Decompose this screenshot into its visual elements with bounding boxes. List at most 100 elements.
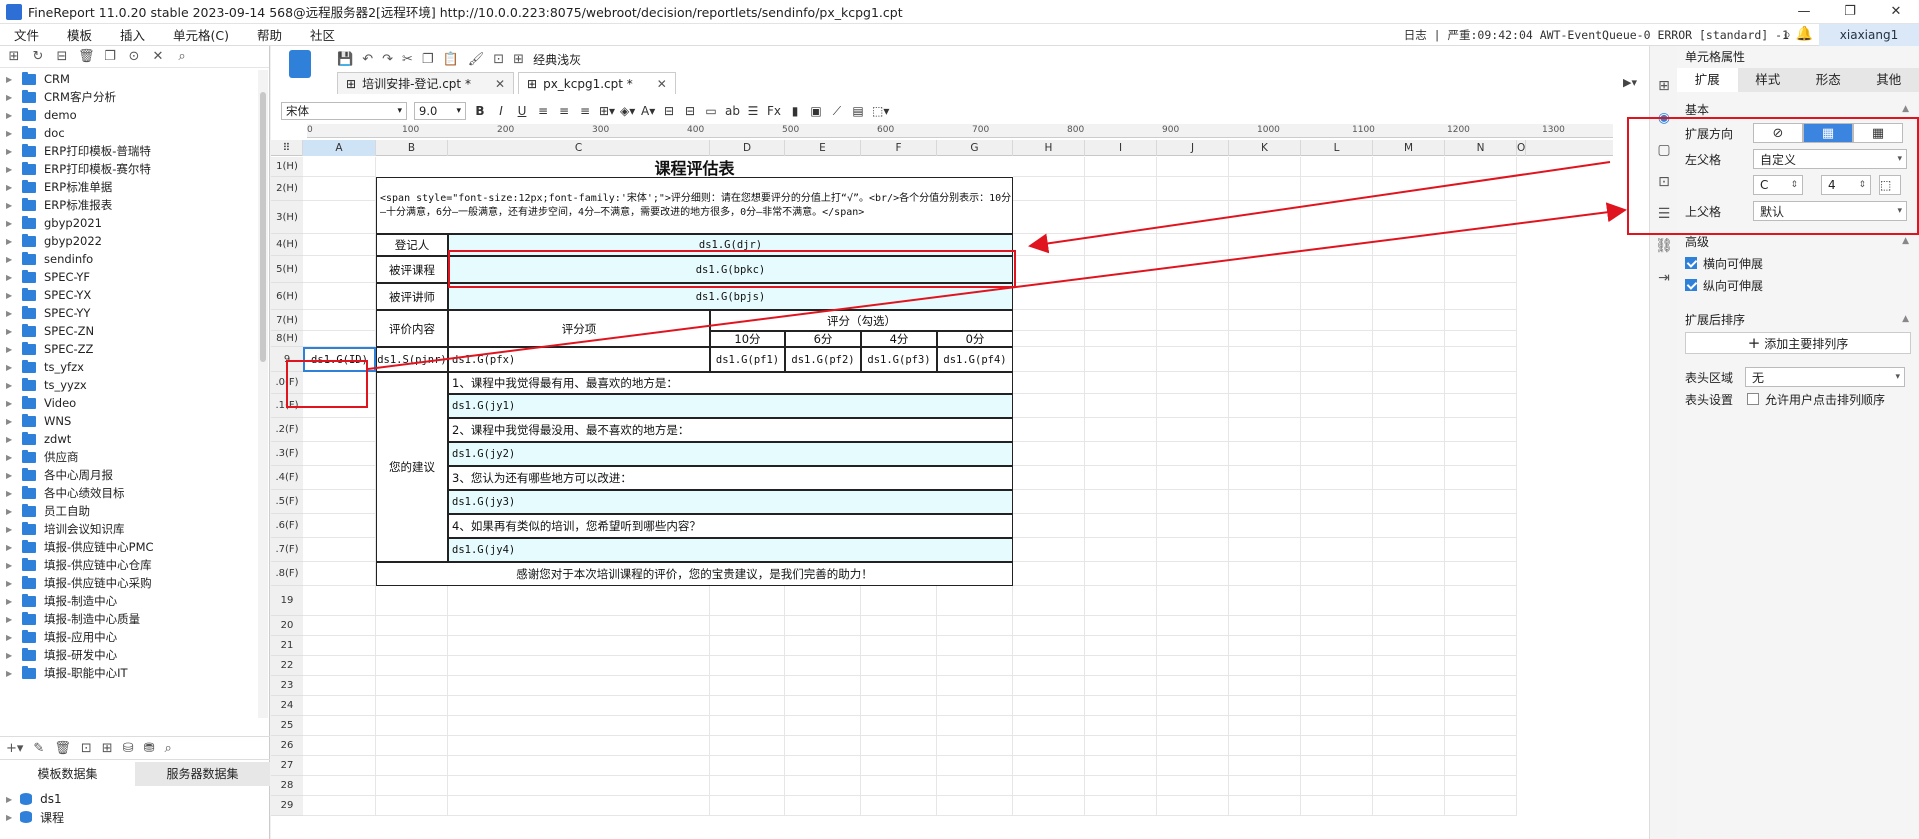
- expand-arrow-icon[interactable]: ▶: [6, 399, 16, 408]
- tree-folder-item[interactable]: ▶ SPEC-YX: [0, 286, 258, 304]
- grid-cell[interactable]: [1301, 394, 1373, 418]
- grid-cell[interactable]: [1373, 696, 1445, 716]
- grid-cell[interactable]: [1445, 562, 1517, 586]
- grid-cell[interactable]: [1229, 796, 1301, 816]
- minimize-button[interactable]: —: [1781, 4, 1827, 19]
- row-header[interactable]: .2(F): [271, 418, 303, 442]
- grid-cell[interactable]: [1085, 201, 1157, 234]
- grid-cell[interactable]: [1085, 177, 1157, 201]
- undo-icon[interactable]: ↶: [362, 52, 373, 67]
- fill-color-icon[interactable]: ◈▾: [620, 104, 635, 118]
- close-tab-icon[interactable]: ✕: [495, 77, 505, 91]
- tab-server-dataset[interactable]: 服务器数据集: [135, 762, 270, 786]
- grid-cell[interactable]: [1085, 157, 1157, 177]
- border-icon[interactable]: ⊞▾: [599, 104, 615, 118]
- grid-cell[interactable]: [1157, 466, 1229, 490]
- answer-2[interactable]: ds1.G(jy2): [448, 442, 1013, 466]
- grid-cell[interactable]: [1157, 394, 1229, 418]
- row-header[interactable]: 27: [271, 756, 303, 776]
- row-header[interactable]: 26: [271, 736, 303, 756]
- grid-cell[interactable]: [1229, 418, 1301, 442]
- score-label[interactable]: 评分（勾选）: [710, 310, 1013, 331]
- grid-cell[interactable]: [1445, 418, 1517, 442]
- column-header[interactable]: J: [1157, 140, 1229, 156]
- grid-cell[interactable]: [1301, 201, 1373, 234]
- grid-cell[interactable]: [1157, 201, 1229, 234]
- grid-cell[interactable]: [861, 696, 937, 716]
- preview-icon[interactable]: ⊡: [493, 52, 504, 67]
- grid-cell[interactable]: [1013, 310, 1085, 331]
- chart-icon[interactable]: ▮: [788, 104, 802, 118]
- expand-arrow-icon[interactable]: ▶: [6, 327, 16, 336]
- grid-cell[interactable]: [1229, 696, 1301, 716]
- add-dataset-icon[interactable]: +▾: [6, 741, 23, 756]
- grid-cell[interactable]: [1373, 372, 1445, 394]
- grid-cell[interactable]: [1373, 490, 1445, 514]
- column-header[interactable]: C: [448, 140, 710, 156]
- item-label[interactable]: 评分项: [448, 310, 710, 347]
- grid-cell[interactable]: [861, 776, 937, 796]
- expand-arrow-icon[interactable]: ▶: [6, 165, 16, 174]
- dataset-item[interactable]: ▶ ds1: [0, 790, 270, 808]
- grid-cell[interactable]: [1445, 776, 1517, 796]
- merge-icon[interactable]: ⊟: [662, 104, 676, 118]
- tree-folder-item[interactable]: ▶ 填报-供应链中心采购: [0, 574, 258, 592]
- pick-cell-icon[interactable]: ⬚: [1879, 175, 1901, 195]
- grid-cell[interactable]: [861, 716, 937, 736]
- grid-cell[interactable]: [785, 676, 861, 696]
- tree-folder-item[interactable]: ▶ 填报-制造中心: [0, 592, 258, 610]
- row-header[interactable]: 2(H): [271, 177, 303, 201]
- format-painter-icon[interactable]: 🖌: [468, 52, 485, 67]
- grid-cell[interactable]: [1445, 201, 1517, 234]
- row-header[interactable]: 20: [271, 616, 303, 636]
- grid-cell[interactable]: [1013, 372, 1085, 394]
- expand-arrow-icon[interactable]: ▶: [6, 93, 16, 102]
- tree-folder-item[interactable]: ▶ ERP标准单据: [0, 178, 258, 196]
- grid-cell[interactable]: [937, 586, 1013, 616]
- function-icon[interactable]: Fx: [767, 104, 781, 118]
- grid-cell[interactable]: [376, 616, 448, 636]
- grid-cell[interactable]: [1085, 466, 1157, 490]
- doc-tab-active[interactable]: ⊞ px_kcpg1.cpt * ✕: [518, 72, 676, 94]
- close-tab-icon[interactable]: ✕: [657, 77, 667, 91]
- tree-folder-item[interactable]: ▶ CRM: [0, 70, 258, 88]
- link-icon[interactable]: ⛓: [1650, 230, 1678, 262]
- grid-cell[interactable]: [303, 442, 376, 466]
- grid-cell[interactable]: [1085, 310, 1157, 331]
- row-header[interactable]: .7(F): [271, 538, 303, 562]
- grid-cell[interactable]: [710, 676, 785, 696]
- grid-cell[interactable]: [937, 756, 1013, 776]
- grid-cell[interactable]: [1085, 562, 1157, 586]
- text-cell-icon[interactable]: ▭: [704, 104, 718, 118]
- row-header[interactable]: 22: [271, 656, 303, 676]
- grid-cell[interactable]: [1301, 418, 1373, 442]
- grid-cell[interactable]: [1157, 656, 1229, 676]
- grid-cell[interactable]: [1373, 331, 1445, 347]
- grid-cell[interactable]: [1445, 736, 1517, 756]
- grid-cell[interactable]: [1301, 796, 1373, 816]
- grid-cell[interactable]: [1085, 696, 1157, 716]
- font-color-icon[interactable]: A▾: [641, 104, 655, 118]
- grid-cell[interactable]: [376, 756, 448, 776]
- grid-cell[interactable]: [1301, 347, 1373, 372]
- tree-folder-item[interactable]: ▶ SPEC-ZN: [0, 322, 258, 340]
- grid-cell[interactable]: [710, 616, 785, 636]
- row-header[interactable]: 9: [271, 347, 303, 372]
- grid-cell[interactable]: [1301, 656, 1373, 676]
- grid-cell[interactable]: [1013, 562, 1085, 586]
- grid-cell[interactable]: [1301, 586, 1373, 616]
- expand-arrow-icon[interactable]: ▶: [6, 471, 16, 480]
- theme-label[interactable]: 经典浅灰: [533, 51, 581, 68]
- grid-cell[interactable]: [376, 636, 448, 656]
- save-icon[interactable]: 💾: [337, 52, 353, 67]
- formula-icon[interactable]: ab: [725, 104, 740, 118]
- grid-cell[interactable]: [1157, 586, 1229, 616]
- tree-folder-item[interactable]: ▶ CRM客户分析: [0, 88, 258, 106]
- grid-cell[interactable]: [1085, 372, 1157, 394]
- tree-folder-item[interactable]: ▶ ERP标准报表: [0, 196, 258, 214]
- tree-folder-item[interactable]: ▶ ERP打印模板-赛尔特: [0, 160, 258, 178]
- grid-cell[interactable]: [1373, 394, 1445, 418]
- no-expand-icon[interactable]: ⊘: [1753, 123, 1803, 143]
- grid-cell[interactable]: [1013, 538, 1085, 562]
- grid-cell[interactable]: [1229, 656, 1301, 676]
